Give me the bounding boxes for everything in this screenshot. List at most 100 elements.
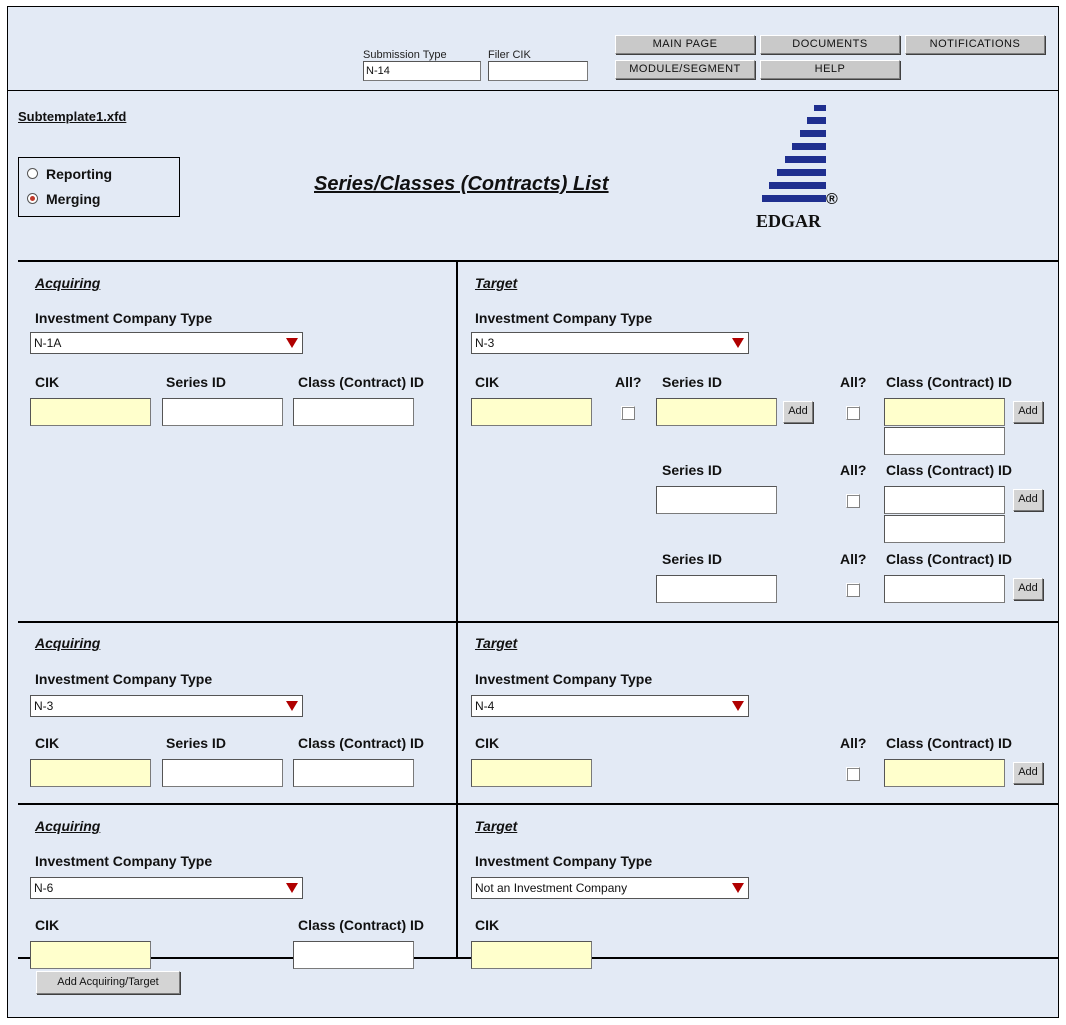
ict-label: Investment Company Type [475,671,653,687]
target-label: Target [475,818,518,834]
all-class-checkbox[interactable] [846,583,860,597]
edgar-registered-mark: ® [826,191,838,208]
module-segment-button[interactable]: MODULE/SEGMENT [615,60,755,79]
all-class-checkbox[interactable] [846,406,860,420]
cik-label: CIK [35,735,60,751]
divider-2 [18,803,1058,805]
merging-radio[interactable]: Merging [27,191,100,207]
notifications-button[interactable]: NOTIFICATIONS [905,35,1045,54]
series-id-label: Series ID [166,374,226,390]
cik-label: CIK [35,374,60,390]
target-ict-select[interactable]: Not an Investment Company [471,877,749,899]
form-frame: Submission Type Filer CIK N-14 MAIN PAGE… [7,6,1059,1018]
all-label: All? [615,374,642,390]
edgar-logo: EDGAR ® [752,105,872,235]
target-label: Target [475,275,518,291]
ict-label: Investment Company Type [35,310,213,326]
divider-vertical [456,260,458,959]
add-acquiring-target-button[interactable]: Add Acquiring/Target [36,971,180,994]
add-class-button[interactable]: Add [1013,762,1043,784]
reporting-label: Reporting [46,166,113,182]
dropdown-arrow-icon[interactable] [282,878,302,898]
select-value: N-1A [34,336,62,350]
series-id-label: Series ID [662,551,722,567]
add-series-button[interactable]: Add [783,401,813,423]
main-page-button[interactable]: MAIN PAGE [615,35,755,54]
acquiring-ict-select[interactable]: N-3 [30,695,303,717]
ict-label: Investment Company Type [35,671,213,687]
all-series-checkbox[interactable] [621,406,635,420]
all-class-checkbox[interactable] [846,767,860,781]
acquiring-label: Acquiring [35,818,101,834]
dropdown-arrow-icon[interactable] [728,333,748,353]
top-bar: Submission Type Filer CIK N-14 MAIN PAGE… [8,7,1058,91]
cik-label: CIK [475,735,500,751]
acquiring-ict-select[interactable]: N-6 [30,877,303,899]
ict-label: Investment Company Type [35,853,213,869]
acquiring-cik-field[interactable] [30,759,151,787]
target-class-field-2[interactable] [884,486,1005,514]
reporting-radio[interactable]: Reporting [27,166,112,182]
dropdown-arrow-icon[interactable] [282,696,302,716]
target-ict-select[interactable]: N-4 [471,695,749,717]
target-class-field[interactable] [884,759,1005,787]
target-class-field-2-extra[interactable] [884,515,1005,543]
acquiring-ict-select[interactable]: N-1A [30,332,303,354]
acquiring-series-field[interactable] [162,759,283,787]
acquiring-class-field[interactable] [293,398,414,426]
mode-radio-group: Reporting Merging [18,157,180,217]
radio-off-icon [27,168,38,179]
target-series-field-2[interactable] [656,486,777,514]
acquiring-cik-field[interactable] [30,941,151,969]
target-ict-select[interactable]: N-3 [471,332,749,354]
filer-cik-label: Filer CIK [488,49,531,61]
target-class-field-3[interactable] [884,575,1005,603]
class-id-label: Class (Contract) ID [298,917,425,933]
ict-label: Investment Company Type [475,310,653,326]
acquiring-cik-field[interactable] [30,398,151,426]
dropdown-arrow-icon[interactable] [282,333,302,353]
help-button[interactable]: HELP [760,60,900,79]
ict-label: Investment Company Type [475,853,653,869]
documents-button[interactable]: DOCUMENTS [760,35,900,54]
select-value: N-3 [475,336,495,350]
class-id-label: Class (Contract) ID [886,374,1013,390]
acquiring-label: Acquiring [35,275,101,291]
filer-cik-field[interactable] [488,61,588,81]
dropdown-arrow-icon[interactable] [728,878,748,898]
submission-type-label: Submission Type [363,49,447,61]
select-value: N-3 [34,699,54,713]
target-cik-field[interactable] [471,759,592,787]
add-class-button[interactable]: Add [1013,489,1043,511]
all-label: All? [840,374,867,390]
target-series-field[interactable] [656,398,777,426]
all-label: All? [840,462,867,478]
all-class-checkbox[interactable] [846,494,860,508]
class-id-label: Class (Contract) ID [886,551,1013,567]
class-id-label: Class (Contract) ID [298,735,425,751]
select-value: Not an Investment Company [475,881,628,895]
all-label: All? [840,735,867,751]
series-id-label: Series ID [662,374,722,390]
target-series-field-3[interactable] [656,575,777,603]
all-label: All? [840,551,867,567]
acquiring-class-field[interactable] [293,941,414,969]
class-id-label: Class (Contract) ID [886,462,1013,478]
target-class-field-extra[interactable] [884,427,1005,455]
divider-top [18,260,1058,262]
target-cik-field[interactable] [471,398,592,426]
edgar-logo-text: EDGAR [756,211,822,231]
cik-label: CIK [475,917,500,933]
acquiring-series-field[interactable] [162,398,283,426]
merging-label: Merging [46,191,101,207]
acquiring-class-field[interactable] [293,759,414,787]
filename-link[interactable]: Subtemplate1.xfd [18,109,126,124]
dropdown-arrow-icon[interactable] [728,696,748,716]
series-id-label: Series ID [662,462,722,478]
target-cik-field[interactable] [471,941,592,969]
add-class-button[interactable]: Add [1013,401,1043,423]
target-class-field[interactable] [884,398,1005,426]
add-class-button[interactable]: Add [1013,578,1043,600]
submission-type-field[interactable]: N-14 [363,61,481,81]
select-value: N-6 [34,881,54,895]
